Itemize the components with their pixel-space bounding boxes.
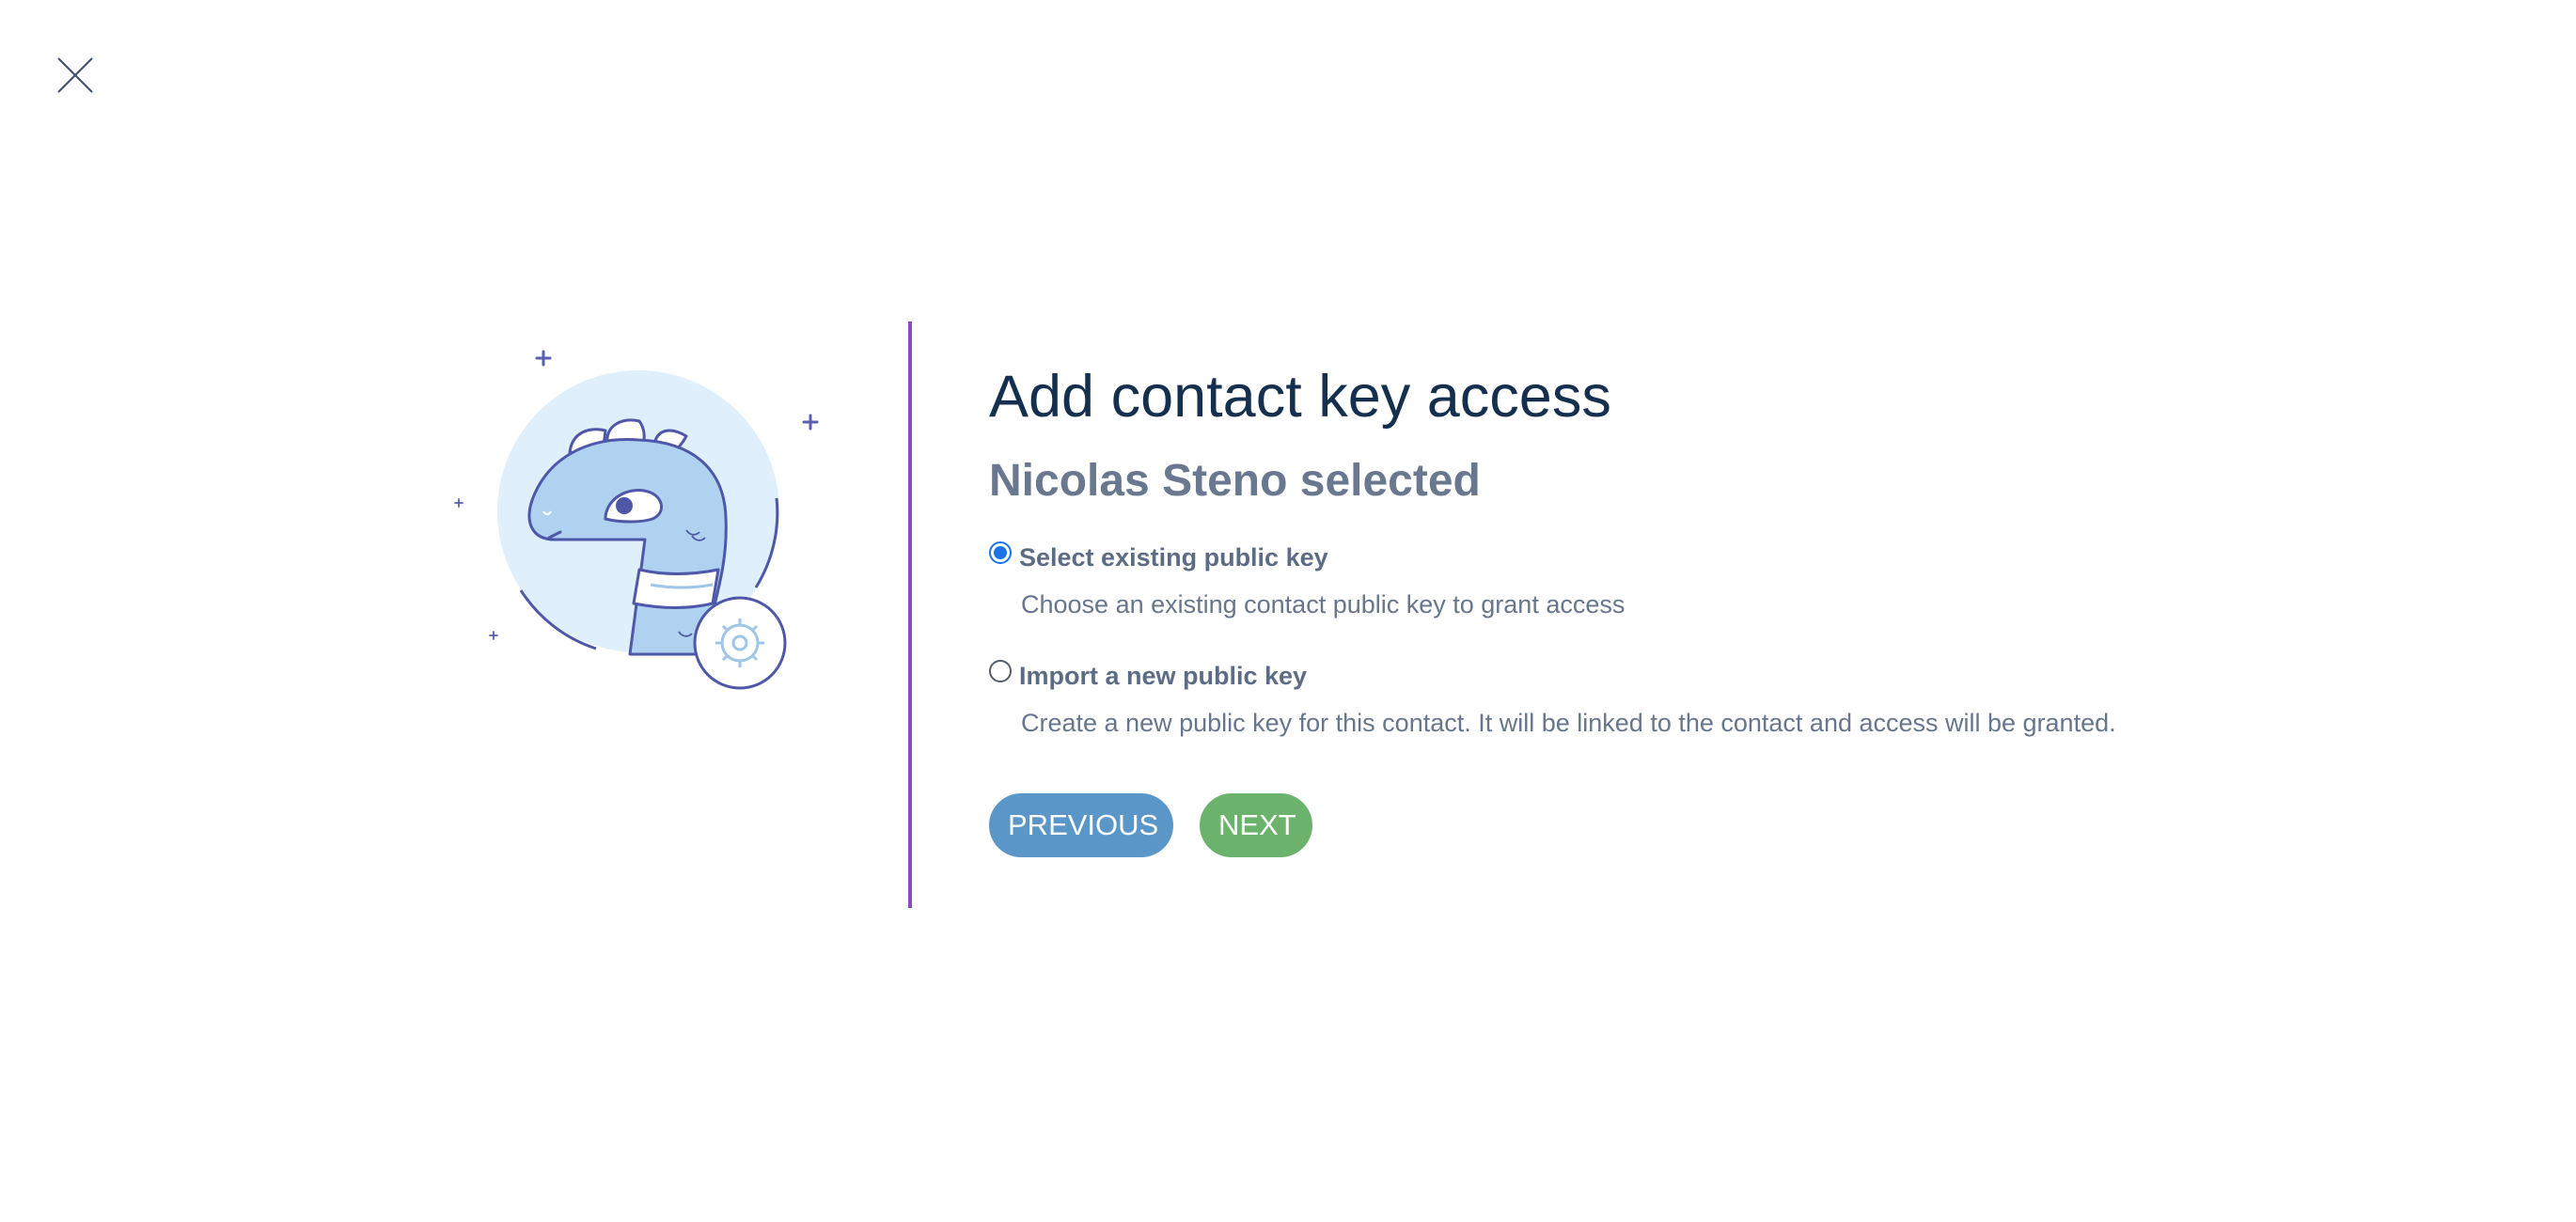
previous-button[interactable]: PREVIOUS: [989, 793, 1173, 857]
close-button[interactable]: [55, 55, 96, 96]
page-title: Add contact key access: [989, 364, 1611, 430]
next-button[interactable]: NEXT: [1200, 793, 1312, 857]
option-description: Choose an existing contact public key to…: [1021, 590, 1626, 619]
option-description: Create a new public key for this contact…: [1021, 709, 2116, 737]
close-icon: [57, 57, 93, 93]
option-label[interactable]: Select existing public key: [1019, 540, 1328, 575]
dialog-content: Add contact key access Nicolas Steno sel…: [989, 355, 2456, 857]
option-select-existing-key[interactable]: Select existing public key Choose an exi…: [989, 538, 2456, 622]
option-label[interactable]: Import a new public key: [1019, 658, 1307, 694]
gear-icon: [693, 596, 787, 690]
import-new-radio[interactable]: [989, 660, 1012, 682]
dinosaur-illustration: [446, 338, 840, 714]
button-row: PREVIOUS NEXT: [989, 793, 2456, 857]
vertical-divider: [908, 321, 912, 908]
select-existing-radio[interactable]: [989, 541, 1012, 564]
selected-contact-subtitle: Nicolas Steno selected: [989, 456, 1481, 506]
option-import-new-key[interactable]: Import a new public key Create a new pub…: [989, 656, 2456, 741]
